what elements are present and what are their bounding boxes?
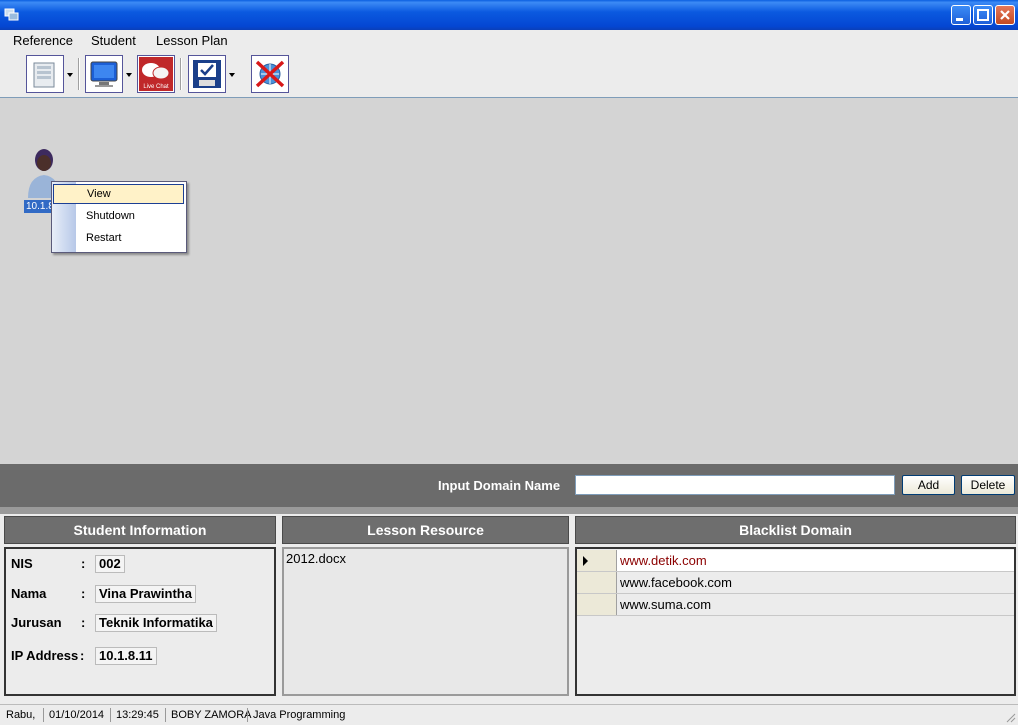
blacklist-cell[interactable]: www.detik.com xyxy=(620,553,707,568)
ip-address-colon: : xyxy=(80,648,85,663)
context-menu-view[interactable]: View xyxy=(53,184,184,204)
nama-value: Vina Prawintha xyxy=(95,585,196,603)
toolbar-separator xyxy=(78,58,80,90)
minimize-icon xyxy=(956,18,963,21)
nama-label: Nama xyxy=(11,586,47,601)
nis-label: NIS xyxy=(11,556,33,571)
context-menu-shutdown[interactable]: Shutdown xyxy=(53,206,184,226)
checklist-button[interactable] xyxy=(188,55,226,93)
close-button[interactable] xyxy=(995,5,1015,25)
server-dropdown-arrow[interactable] xyxy=(67,73,73,77)
table-row[interactable]: www.facebook.com xyxy=(577,572,1014,594)
add-domain-button[interactable]: Add xyxy=(902,475,955,495)
menu-student[interactable]: Student xyxy=(91,33,136,48)
ip-address-value: 10.1.8.11 xyxy=(95,647,157,665)
current-row-arrow-icon xyxy=(583,556,588,566)
nama-colon: : xyxy=(81,586,86,601)
row-header[interactable] xyxy=(577,594,617,615)
menu-reference[interactable]: Reference xyxy=(13,33,73,48)
toolbar: Live Chat xyxy=(0,50,1018,98)
menu-lesson-plan[interactable]: Lesson Plan xyxy=(156,33,228,48)
context-menu: View Shutdown Restart xyxy=(51,181,187,253)
minimize-button[interactable] xyxy=(951,5,971,25)
status-day: Rabu, xyxy=(6,709,36,721)
jurusan-value: Teknik Informatika xyxy=(95,614,217,632)
status-user: BOBY ZAMORA xyxy=(171,709,252,721)
app-icon xyxy=(4,8,19,21)
monitor-button[interactable] xyxy=(85,55,123,93)
domain-input[interactable] xyxy=(575,475,895,495)
ip-address-label: IP Address xyxy=(11,648,79,663)
monitor-dropdown-arrow[interactable] xyxy=(126,73,132,77)
table-row[interactable]: www.detik.com xyxy=(577,550,1014,572)
server-icon xyxy=(33,62,55,88)
status-bar: Rabu, 01/10/2014 13:29:45 BOBY ZAMORA Ja… xyxy=(0,704,1018,725)
nis-colon: : xyxy=(81,556,86,571)
delete-domain-button[interactable]: Delete xyxy=(961,475,1015,495)
toolbar-separator xyxy=(180,58,182,90)
domain-input-label: Input Domain Name xyxy=(438,478,561,493)
row-header[interactable] xyxy=(577,550,617,571)
blacklist-cell[interactable]: www.suma.com xyxy=(620,597,711,612)
checklist-dropdown-arrow[interactable] xyxy=(229,73,235,77)
server-button[interactable] xyxy=(26,55,64,93)
jurusan-colon: : xyxy=(81,615,86,630)
lesson-resource-list: 2012.docx xyxy=(282,547,569,696)
maximize-icon xyxy=(977,9,989,21)
blacklist-header: Blacklist Domain xyxy=(575,516,1016,544)
list-item[interactable]: 2012.docx xyxy=(286,551,346,566)
divider xyxy=(0,507,1018,514)
close-icon xyxy=(1000,10,1010,20)
menu-bar: Reference Student Lesson Plan xyxy=(0,30,1018,50)
lesson-resource-header: Lesson Resource xyxy=(282,516,569,544)
status-subject: Java Programming xyxy=(253,709,346,721)
maximize-button[interactable] xyxy=(973,5,993,25)
nis-value: 002 xyxy=(95,555,125,573)
student-info-header: Student Information xyxy=(4,516,276,544)
resize-grip-icon[interactable] xyxy=(1004,711,1016,723)
jurusan-label: Jurusan xyxy=(11,615,62,630)
live-chat-label: Live Chat xyxy=(143,84,169,90)
live-chat-button[interactable]: Live Chat xyxy=(137,55,175,93)
context-menu-restart[interactable]: Restart xyxy=(53,228,184,248)
row-header[interactable] xyxy=(577,572,617,593)
block-internet-button[interactable] xyxy=(251,55,289,93)
lab-workspace xyxy=(0,98,1018,464)
status-time: 13:29:45 xyxy=(116,709,159,721)
status-date: 01/10/2014 xyxy=(49,709,105,721)
table-row[interactable]: www.suma.com xyxy=(577,594,1014,616)
title-bar xyxy=(0,0,1018,30)
checklist-icon xyxy=(193,60,221,88)
monitor-icon xyxy=(90,61,118,87)
live-chat-icon: Live Chat xyxy=(139,57,173,91)
blocked-internet-icon xyxy=(255,60,285,88)
blacklist-cell[interactable]: www.facebook.com xyxy=(620,575,732,590)
